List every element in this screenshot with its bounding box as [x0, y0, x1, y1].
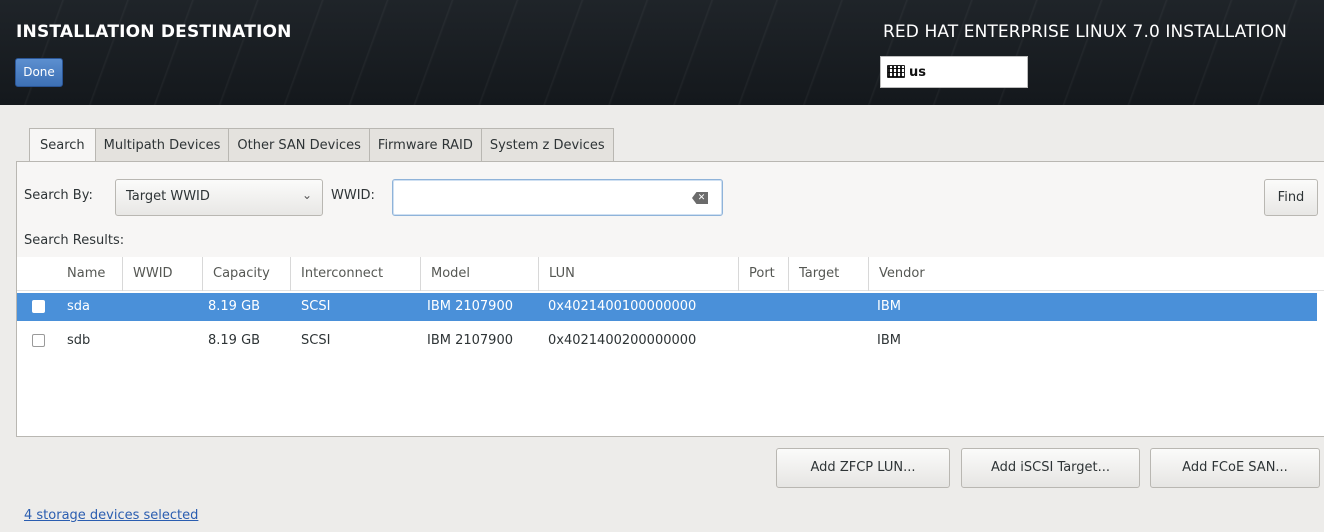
column-header-lun[interactable]: LUN	[539, 257, 739, 291]
page-title: INSTALLATION DESTINATION	[16, 22, 292, 42]
cell-model: IBM 2107900	[427, 333, 513, 348]
column-header-model[interactable]: Model	[421, 257, 539, 291]
tab-firmware-raid[interactable]: Firmware RAID	[369, 128, 482, 162]
keyboard-layout-label: us	[909, 65, 926, 80]
add-fcoe-san-button[interactable]: Add FCoE SAN...	[1150, 448, 1320, 488]
cell-lun: 0x4021400100000000	[548, 299, 697, 314]
add-iscsi-target-button[interactable]: Add iSCSI Target...	[961, 448, 1140, 488]
cell-capacity: 8.19 GB	[208, 299, 261, 314]
column-header-port[interactable]: Port	[739, 257, 789, 291]
table-row[interactable]: sdb 8.19 GB SCSI IBM 2107900 0x402140020…	[17, 327, 1317, 355]
search-by-value: Target WWID	[126, 189, 210, 204]
tab-other-san-devices[interactable]: Other SAN Devices	[229, 128, 370, 162]
table-row[interactable]: sda 8.19 GB SCSI IBM 2107900 0x402140010…	[17, 293, 1317, 321]
column-header-interconnect[interactable]: Interconnect	[291, 257, 421, 291]
cell-interconnect: SCSI	[301, 299, 331, 314]
cell-lun: 0x4021400200000000	[548, 333, 697, 348]
column-header-wwid[interactable]: WWID	[123, 257, 203, 291]
results-table: Name WWID Capacity Interconnect Model LU…	[17, 257, 1324, 436]
keyboard-layout-indicator[interactable]: us	[880, 56, 1028, 88]
cell-vendor: IBM	[877, 333, 901, 348]
product-title: RED HAT ENTERPRISE LINUX 7.0 INSTALLATIO…	[883, 22, 1287, 42]
wwid-input[interactable]	[401, 188, 681, 208]
cell-interconnect: SCSI	[301, 333, 331, 348]
tab-multipath-devices[interactable]: Multipath Devices	[95, 128, 230, 162]
cell-model: IBM 2107900	[427, 299, 513, 314]
add-zfcp-lun-button[interactable]: Add ZFCP LUN...	[776, 448, 950, 488]
cell-capacity: 8.19 GB	[208, 333, 261, 348]
tab-bar: Search Multipath Devices Other SAN Devic…	[29, 128, 614, 163]
header-bar: INSTALLATION DESTINATION Done RED HAT EN…	[0, 0, 1324, 105]
row-checkbox[interactable]	[32, 334, 45, 347]
chevron-down-icon: ⌄	[301, 188, 312, 202]
wwid-label: WWID:	[331, 188, 375, 203]
search-by-dropdown[interactable]: Target WWID ⌄	[115, 179, 323, 216]
column-header-capacity[interactable]: Capacity	[203, 257, 291, 291]
search-by-label: Search By:	[24, 188, 93, 203]
clear-text-icon[interactable]: ✕	[692, 192, 708, 204]
column-header-name[interactable]: Name	[57, 257, 123, 291]
row-checkbox[interactable]	[32, 300, 45, 313]
find-button[interactable]: Find	[1264, 179, 1318, 216]
search-results-label: Search Results:	[24, 233, 125, 248]
keyboard-icon	[887, 65, 905, 78]
tab-system-z-devices[interactable]: System z Devices	[481, 128, 614, 162]
cell-vendor: IBM	[877, 299, 901, 314]
storage-devices-selected-link[interactable]: 4 storage devices selected	[24, 508, 198, 523]
table-header: Name WWID Capacity Interconnect Model LU…	[17, 257, 1324, 291]
wwid-field[interactable]: ✕	[392, 179, 723, 216]
column-header-target[interactable]: Target	[789, 257, 869, 291]
column-header-vendor[interactable]: Vendor	[869, 257, 989, 291]
done-button[interactable]: Done	[15, 58, 63, 87]
cell-name: sda	[67, 299, 90, 314]
tab-search[interactable]: Search	[29, 128, 96, 163]
cell-name: sdb	[67, 333, 91, 348]
